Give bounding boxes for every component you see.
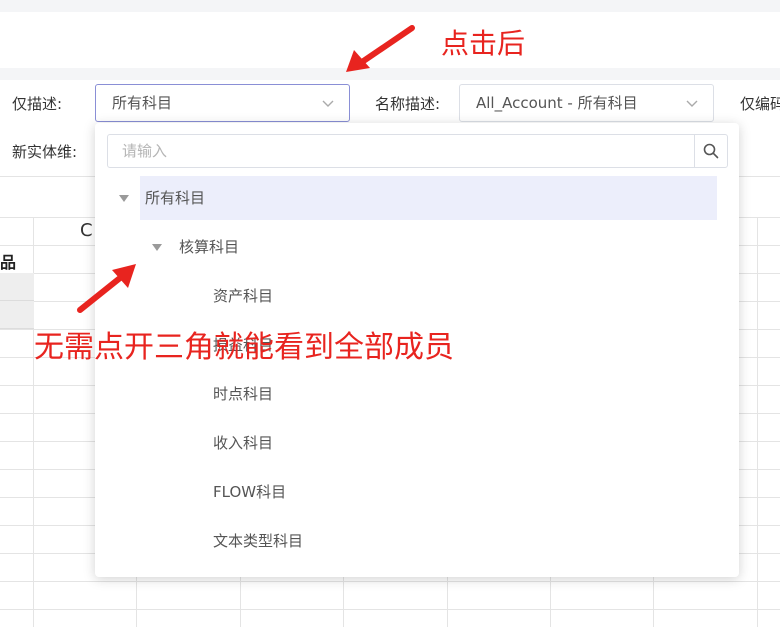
- new-entity-label: 新实体维:: [12, 143, 78, 161]
- cell-text: 品: [0, 253, 17, 272]
- tree-node-leaf[interactable]: 收入科目: [95, 421, 739, 465]
- search-box: [107, 134, 728, 168]
- tree-node-leaf[interactable]: 资产科目: [95, 274, 739, 318]
- annotation-no-expand: 无需点开三角就能看到全部成员: [34, 330, 454, 365]
- name-desc-select[interactable]: All_Account - 所有科目: [459, 84, 714, 122]
- code-only-label: 仅编码: [740, 95, 780, 113]
- expand-triangle-icon[interactable]: [119, 195, 129, 202]
- tree-node-root[interactable]: 所有科目: [119, 176, 717, 220]
- tree-node-label: 文本类型科目: [213, 532, 304, 550]
- arrow-annotation-icon: [77, 264, 136, 313]
- tree-node-child[interactable]: 核算科目: [95, 225, 739, 269]
- tree-node-leaf[interactable]: FLOW科目: [95, 470, 739, 514]
- tree-node-label: 资产科目: [213, 287, 274, 305]
- desc-only-select[interactable]: 所有科目: [95, 84, 350, 122]
- chevron-down-icon: [686, 100, 698, 107]
- top-strip: [0, 0, 780, 12]
- desc-only-value: 所有科目: [112, 94, 173, 112]
- annotation-after-click: 点击后: [441, 27, 526, 60]
- tree-node-label: 核算科目: [179, 238, 240, 256]
- desc-only-label: 仅描述:: [12, 95, 63, 113]
- tree-node-label: FLOW科目: [213, 483, 287, 501]
- tree-node-label: 时点科目: [213, 385, 274, 403]
- name-desc-label: 名称描述:: [375, 95, 441, 113]
- expand-triangle-icon[interactable]: [152, 244, 162, 251]
- arrow-annotation-icon: [346, 25, 415, 72]
- chevron-down-icon: [322, 100, 334, 107]
- tree-node-leaf[interactable]: 时点科目: [95, 372, 739, 416]
- name-desc-value: All_Account - 所有科目: [476, 94, 638, 112]
- tree-node-label: 收入科目: [213, 434, 274, 452]
- search-icon: [703, 143, 719, 159]
- tree-node-leaf[interactable]: 文本类型科目: [95, 519, 739, 563]
- column-header-c: C: [80, 220, 93, 241]
- search-button[interactable]: [694, 135, 727, 167]
- tree-node-label: 所有科目: [145, 189, 206, 207]
- search-input[interactable]: [108, 135, 694, 167]
